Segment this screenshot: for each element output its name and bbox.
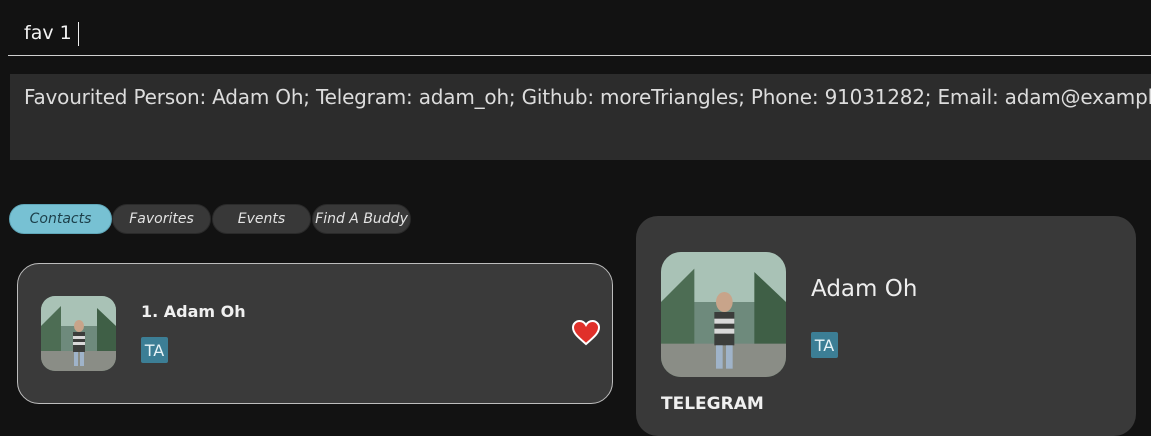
tab-favorites[interactable]: Favorites bbox=[112, 204, 211, 234]
telegram-section-label: TELEGRAM bbox=[661, 394, 764, 414]
tab-events[interactable]: Events bbox=[212, 204, 311, 234]
person-name: 1. Adam Oh bbox=[141, 302, 246, 321]
avatar bbox=[661, 252, 786, 377]
result-text: Favourited Person: Adam Oh; Telegram: ad… bbox=[24, 85, 1151, 109]
avatar bbox=[41, 296, 116, 371]
person-detail-card: Adam Oh TA TELEGRAM bbox=[636, 216, 1136, 436]
text-caret bbox=[78, 22, 79, 46]
command-input[interactable] bbox=[24, 20, 924, 46]
detail-name: Adam Oh bbox=[811, 276, 918, 302]
person-list-card[interactable]: 1. Adam Oh TA bbox=[17, 263, 613, 404]
tag-badge: TA bbox=[141, 337, 168, 363]
result-display: Favourited Person: Adam Oh; Telegram: ad… bbox=[10, 74, 1151, 160]
heart-icon[interactable] bbox=[571, 319, 601, 346]
command-box bbox=[8, 8, 1151, 56]
tab-contacts[interactable]: Contacts bbox=[9, 204, 112, 234]
tag-badge: TA bbox=[811, 332, 838, 358]
tab-find-a-buddy[interactable]: Find A Buddy bbox=[312, 204, 411, 234]
